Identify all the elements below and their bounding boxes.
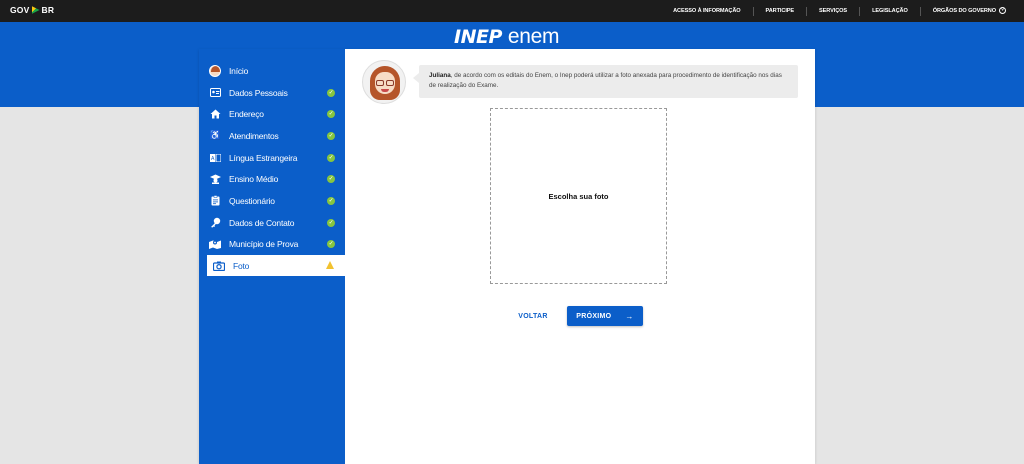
next-button-label: PRÓXIMO [576,312,612,320]
sidebar-item-label: Dados Pessoais [229,87,288,98]
gov-link-legislacao[interactable]: LEGISLAÇÃO [860,6,921,16]
registration-card: Início Dados Pessoais ✓ Endereço ✓ ♿ Ate… [199,49,815,464]
gov-br-logo[interactable]: GOV BR [10,5,54,15]
sidebar-item-endereco[interactable]: Endereço ✓ [199,103,345,125]
sidebar-item-label: Dados de Contato [229,217,295,228]
arrow-right-icon: → [625,311,634,321]
check-icon: ✓ [327,131,335,140]
clipboard-icon [209,195,221,207]
photo-step-content: Juliana, de acordo com os editais do Ene… [345,49,815,464]
id-card-icon [209,87,221,99]
wheelchair-icon: ♿ [209,130,221,141]
sidebar-item-dados-pessoais[interactable]: Dados Pessoais ✓ [199,82,345,104]
warning-icon [326,261,334,270]
assistant-name: Juliana [429,72,451,79]
gov-link-participe[interactable]: PARTICIPE [754,6,808,16]
sidebar-item-label: Língua Estrangeira [229,152,298,163]
check-icon: ✓ [327,110,335,119]
sidebar-item-ensino-medio[interactable]: Ensino Médio ✓ [199,168,345,190]
check-icon: ✓ [327,153,335,162]
back-button[interactable]: VOLTAR [513,307,553,325]
sidebar-item-municipio-de-prova[interactable]: Município de Prova ✓ [199,234,345,256]
camera-icon [213,260,225,272]
assistant-avatar [362,60,406,104]
assistant-message-text: , de acordo com os editais do Enem, o In… [429,72,782,89]
graduation-icon [209,173,221,185]
gov-link-acesso[interactable]: ACESSO À INFORMAÇÃO [661,6,754,16]
home-icon [209,108,221,120]
check-icon: ✓ [327,240,335,249]
sidebar-item-foto[interactable]: Foto [207,255,345,277]
enem-logo-text: enem [507,25,560,48]
gov-logo-arrow-icon [31,6,40,14]
gov-logo-gov: GOV [10,5,30,15]
sidebar-item-label: Endereço [229,109,264,120]
sidebar-item-label: Questionário [229,195,275,206]
check-icon: ✓ [327,175,335,184]
check-icon: ✓ [327,88,335,97]
sidebar-item-questionario[interactable]: Questionário ✓ [199,190,345,212]
back-button-label: VOLTAR [518,312,548,320]
sidebar-item-inicio[interactable]: Início [199,60,345,82]
next-button[interactable]: PRÓXIMO → [567,306,643,326]
gov-link-servicos[interactable]: SERVIÇOS [807,6,861,16]
check-icon: ✓ [327,196,335,205]
key-icon [209,217,221,229]
assistant-message: Juliana, de acordo com os editais do Ene… [413,65,798,98]
photo-upload-dropzone[interactable]: Escolha sua foto [490,108,667,284]
avatar-icon [209,64,221,77]
gov-link-orgaos[interactable]: ÓRGÃOS DO GOVERNO ˅ [921,6,1006,16]
sidebar-item-label: Município de Prova [229,239,299,250]
sidebar-item-lingua-estrangeira[interactable]: A Língua Estrangeira ✓ [199,147,345,169]
steps-sidebar: Início Dados Pessoais ✓ Endereço ✓ ♿ Ate… [199,49,345,464]
sidebar-item-dados-de-contato[interactable]: Dados de Contato ✓ [199,212,345,234]
sidebar-item-label: Atendimentos [229,130,279,141]
sidebar-item-atendimentos[interactable]: ♿ Atendimentos ✓ [199,125,345,147]
photo-upload-label: Escolha sua foto [548,191,609,201]
inep-logo-text: INEP [454,26,502,48]
map-icon [209,238,221,250]
inep-enem-logo: INEP enem [454,25,560,49]
sidebar-item-label: Ensino Médio [229,174,279,185]
gov-links: ACESSO À INFORMAÇÃO PARTICIPE SERVIÇOS L… [661,0,1006,22]
sidebar-item-label: Início [229,65,249,76]
language-icon: A [209,152,221,164]
gov-link-orgaos-label: ÓRGÃOS DO GOVERNO [932,7,996,14]
sidebar-item-label: Foto [233,260,250,271]
gov-logo-br: BR [41,5,55,15]
chevron-down-icon: ˅ [999,6,1006,14]
gov-bar: GOV BR ACESSO À INFORMAÇÃO PARTICIPE SERV… [0,0,1024,22]
check-icon: ✓ [327,218,335,227]
